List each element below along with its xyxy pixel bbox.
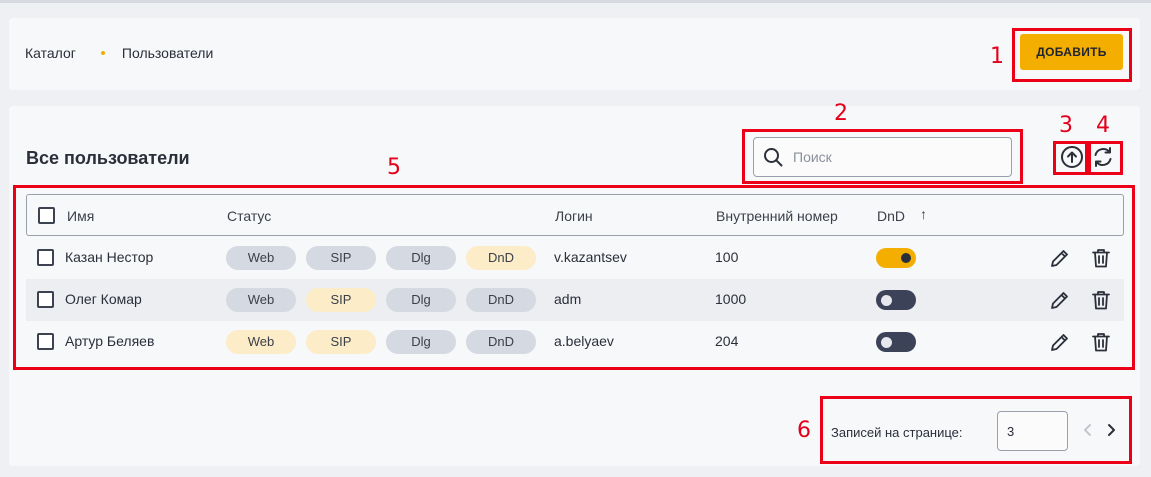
annotation-number-3: 3 [1059,113,1073,138]
page-title: Все пользователи [26,148,190,168]
annotation-box-4 [1088,141,1123,175]
annotation-box-5 [13,185,1135,370]
annotation-number-4: 4 [1096,113,1110,138]
annotation-box-6 [820,396,1132,464]
breadcrumb-users: Пользователи [121,45,214,61]
annotation-box-2 [742,129,1023,184]
breadcrumb-separator-dot [100,51,105,55]
annotation-number-2: 2 [834,101,848,126]
annotation-box-3 [1053,141,1088,175]
annotation-number-5: 5 [387,155,401,180]
annotation-number-6: 6 [797,418,811,443]
header-card: Каталог Пользователи ДОБАВИТЬ [9,18,1140,90]
annotation-number-1: 1 [990,44,1004,69]
breadcrumb: Каталог Пользователи [25,45,213,61]
annotation-box-1 [1012,28,1132,82]
top-divider [0,0,1151,3]
breadcrumb-catalog[interactable]: Каталог [25,45,76,61]
